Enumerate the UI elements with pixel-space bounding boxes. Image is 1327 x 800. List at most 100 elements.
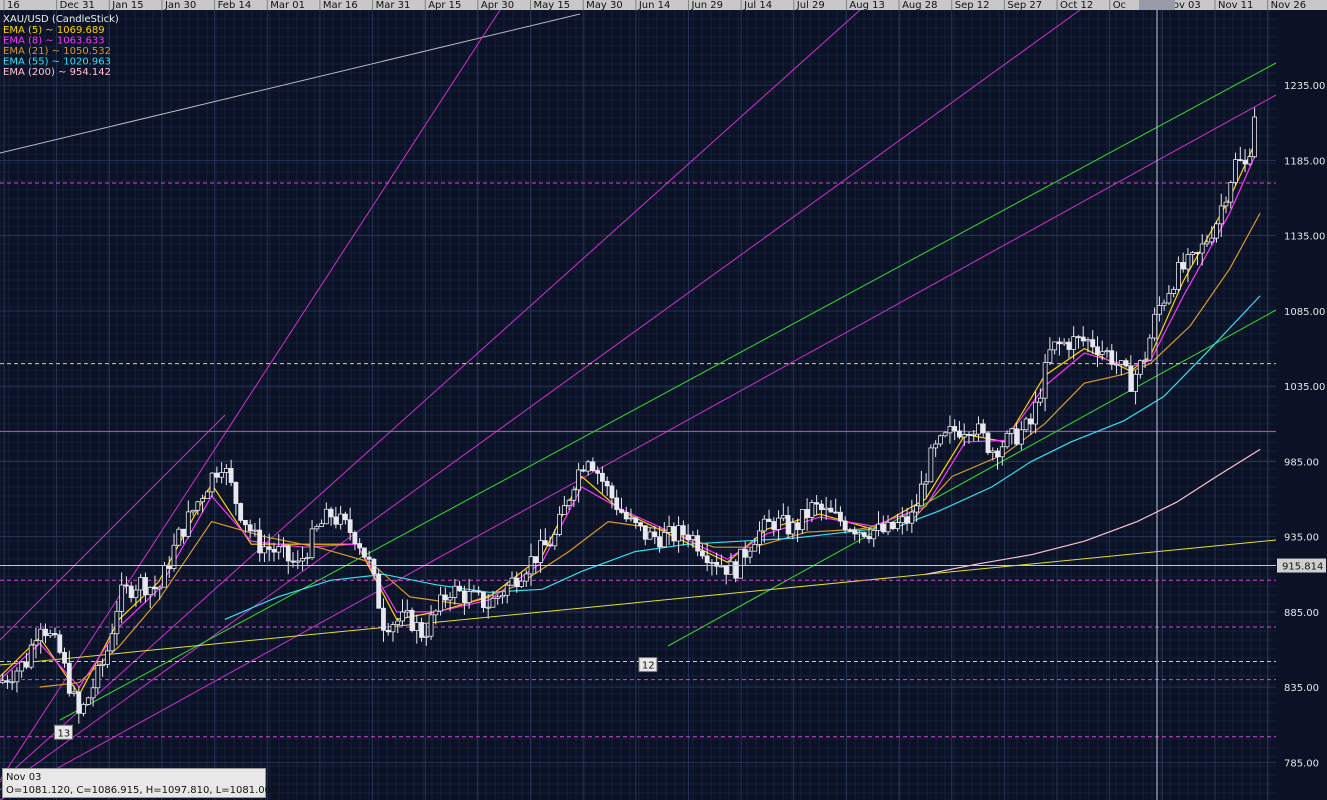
candle-body	[1076, 336, 1081, 339]
candle-body	[1180, 262, 1186, 270]
candle-body	[1242, 159, 1248, 165]
candle-body	[809, 502, 815, 518]
candle-body	[547, 544, 553, 547]
candle-body	[176, 528, 182, 546]
candle-body	[633, 517, 639, 524]
candle-body	[895, 522, 900, 529]
x-tick-label: Jul 29	[796, 0, 825, 11]
candle-body	[1214, 223, 1219, 239]
candle-body	[457, 585, 463, 592]
candle-body	[1218, 205, 1224, 225]
candle-body	[890, 521, 896, 529]
candle-body	[376, 573, 382, 609]
candle-body	[1123, 360, 1129, 367]
candle-body	[571, 489, 577, 501]
candle-body	[1118, 360, 1124, 365]
candle-body	[576, 469, 582, 491]
candle-body	[1171, 288, 1177, 294]
candle-body	[228, 468, 234, 483]
candle-body	[699, 550, 705, 557]
marker-label: 12	[642, 661, 655, 672]
marker-label: 13	[57, 728, 70, 739]
candle-body	[561, 505, 567, 515]
candle-body	[742, 548, 748, 558]
candle-body	[252, 529, 258, 532]
x-tick-label: Apr 15	[428, 0, 461, 11]
candle-body	[952, 426, 958, 432]
candle-body	[785, 515, 791, 535]
candle-body	[28, 644, 34, 668]
candle-body	[223, 468, 229, 473]
x-tick-label: May 15	[534, 0, 571, 11]
candle-body	[338, 513, 344, 525]
candle-body	[1190, 252, 1196, 256]
candle-body	[262, 546, 267, 554]
x-tick-label: Oct 12	[1060, 0, 1093, 11]
candle-body	[1037, 397, 1043, 403]
x-tick-label: Jun 14	[638, 0, 671, 11]
candle-body	[514, 577, 520, 588]
y-tick-label: 1035.00	[1284, 382, 1325, 393]
candle-body	[1090, 339, 1096, 348]
candle-body	[247, 524, 253, 532]
candle-body	[723, 565, 729, 575]
candle-body	[33, 640, 39, 646]
candle-body	[157, 586, 163, 590]
x-tick-label: Mar 01	[270, 0, 305, 11]
chart-title: XAU/USD (CandleStick)	[3, 14, 119, 25]
candle-body	[304, 557, 310, 560]
candle-body	[995, 450, 1000, 458]
candle-body	[1247, 156, 1253, 165]
y-tick-label: 1085.00	[1284, 307, 1325, 318]
candle-body	[266, 546, 272, 550]
candle-body	[243, 519, 248, 526]
candle-body	[652, 531, 658, 538]
candle-body	[899, 516, 905, 524]
candle-body	[1052, 341, 1058, 351]
candle-body	[14, 670, 20, 683]
y-tick-label: 1185.00	[1284, 156, 1325, 167]
candle-body	[109, 633, 115, 652]
x-tick-label: Nov 26	[1271, 0, 1306, 11]
candle-body	[466, 591, 472, 603]
candle-body	[690, 535, 696, 541]
candle-body	[1237, 159, 1243, 161]
candle-body	[1209, 237, 1215, 243]
candle-body	[938, 435, 943, 445]
candle-body	[347, 519, 353, 533]
candle-body	[24, 661, 29, 668]
candle-body	[1185, 254, 1191, 270]
candle-body	[728, 561, 734, 575]
y-tick-label: 835.00	[1284, 683, 1319, 694]
x-tick-label: Jan 15	[111, 0, 143, 11]
candle-body	[990, 450, 996, 453]
candle-body	[271, 548, 277, 553]
x-tick-label: Apr 30	[481, 0, 514, 11]
candle-body	[585, 461, 591, 472]
candle-body	[409, 609, 415, 631]
candle-body	[838, 511, 843, 522]
candle-body	[914, 505, 920, 513]
candle-body	[942, 432, 948, 437]
candle-body	[66, 662, 72, 694]
x-tick-label: Feb 14	[218, 0, 252, 11]
x-tick-label: Nov 11	[1218, 0, 1253, 11]
legend-item: EMA (21) ~ 1050.532	[3, 46, 111, 57]
candle-body	[214, 472, 220, 478]
candle-body	[709, 561, 715, 564]
candle-body	[1042, 362, 1048, 399]
x-tick-label: Mar 16	[323, 0, 358, 11]
candle-body	[1014, 428, 1019, 445]
candle-body	[328, 508, 334, 518]
candle-body	[928, 447, 934, 483]
y-tick-label: 885.00	[1284, 608, 1319, 619]
candle-body	[638, 522, 643, 527]
legend-item: EMA (200) ~ 954.142	[3, 67, 111, 78]
candle-body	[1147, 337, 1153, 361]
candle-body	[904, 516, 910, 524]
y-tick-label: 985.00	[1284, 457, 1319, 468]
candle-body	[238, 503, 244, 521]
candle-body	[1114, 363, 1119, 366]
candle-body	[428, 614, 434, 637]
candlestick-chart[interactable]: 16 Dec 31 Jan 15 Jan 30 Feb 14 Mar 01 Mar 16 Ma…	[0, 0, 1327, 800]
